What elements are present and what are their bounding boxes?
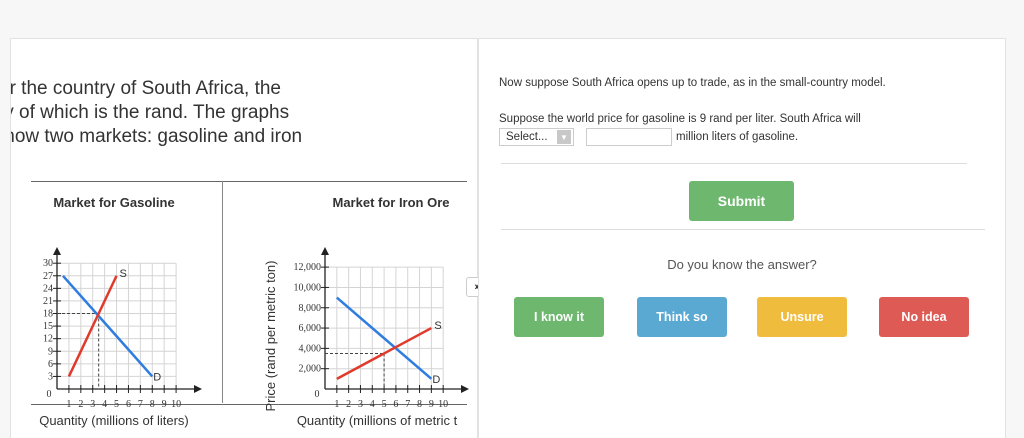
- y-tick-label: 6,000: [299, 323, 322, 334]
- y-axis-arrow: [53, 247, 61, 255]
- no-idea-button[interactable]: No idea: [879, 297, 969, 337]
- intro-text: er the country of South Africa, the :y o…: [10, 77, 303, 149]
- divider: [501, 163, 967, 164]
- y-tick-label: 27: [43, 271, 53, 282]
- intro-line: ;how two markets: gasoline and iron: [10, 126, 303, 147]
- x-tick-label: 10: [171, 399, 181, 410]
- y-tick-label: 24: [43, 283, 53, 294]
- x-tick-label: 9: [162, 399, 167, 410]
- question-right-panel: Now suppose South Africa opens up to tra…: [478, 38, 1006, 438]
- y-tick-label: 15: [43, 321, 53, 332]
- demand-label: D: [432, 374, 440, 386]
- question-trade-text: Now suppose South Africa opens up to tra…: [499, 77, 886, 89]
- x-tick-label: 2: [346, 399, 351, 410]
- think-so-button[interactable]: Think so: [637, 297, 727, 337]
- origin-label: 0: [47, 389, 52, 400]
- y-tick-label: 4,000: [299, 343, 322, 354]
- y-tick-label: 6: [48, 359, 53, 370]
- x-axis-title: Quantity (millions of liters): [39, 413, 189, 428]
- iron-ore-chart: Market for Iron Ore 0 1 2 3 4 5 6 7 8 9 10 2,000 4,00…: [263, 195, 469, 428]
- unsure-button[interactable]: Unsure: [757, 297, 847, 337]
- x-tick-label: 8: [417, 399, 422, 410]
- x-tick-label: 6: [393, 399, 398, 410]
- y-tick-label: 12,000: [294, 262, 322, 273]
- supply-label: S: [120, 268, 127, 280]
- chevron-down-icon: ▼: [557, 130, 571, 144]
- y-tick-label: 3: [48, 371, 53, 382]
- x-tick-label: 5: [382, 399, 387, 410]
- answer-row: Select... ▼ million liters of gasoline.: [499, 128, 798, 146]
- supply-label: S: [434, 320, 441, 332]
- intro-line: :y of which is the rand. The graphs: [10, 102, 290, 123]
- x-axis-title: Quantity (millions of metric t: [297, 413, 458, 428]
- x-tick-label: 7: [405, 399, 410, 410]
- x-tick-label: 2: [78, 399, 83, 410]
- y-tick-label: 8,000: [299, 303, 322, 314]
- y-tick-label: 18: [43, 309, 53, 320]
- x-tick-label: 3: [358, 399, 363, 410]
- y-axis-title: Price (rand per metric ton): [263, 261, 278, 412]
- question-left-panel: er the country of South Africa, the :y o…: [10, 38, 478, 438]
- import-export-select[interactable]: Select... ▼: [499, 128, 574, 146]
- y-tick-label: 9: [48, 346, 53, 357]
- chart-title: Market for Iron Ore: [332, 195, 449, 210]
- x-tick-label: 5: [114, 399, 119, 410]
- y-tick-label: 12: [43, 334, 53, 345]
- x-tick-label: 10: [438, 399, 448, 410]
- x-tick-label: 4: [370, 399, 375, 410]
- gasoline-chart: Market for Gasoline01 2 3 4 5 6 7 8 9 10369121518…: [39, 195, 202, 428]
- x-tick-label: 7: [138, 399, 143, 410]
- chart-title: Market for Gasoline: [53, 195, 174, 210]
- y-tick-label: 10,000: [294, 282, 322, 293]
- question-world-price-text: Suppose the world price for gasoline is …: [499, 113, 861, 125]
- select-value: Select...: [506, 131, 548, 143]
- x-tick-label: 1: [66, 399, 71, 410]
- grid: [57, 262, 177, 389]
- y-axis-arrow: [321, 247, 329, 255]
- divider: [501, 229, 985, 230]
- x-tick-label: 8: [150, 399, 155, 410]
- intro-line: er the country of South Africa, the: [10, 78, 281, 99]
- x-tick-label: 3: [90, 399, 95, 410]
- y-tick-label: 21: [43, 296, 53, 307]
- submit-button[interactable]: Submit: [689, 181, 794, 221]
- demand-label: D: [153, 371, 161, 383]
- x-tick-label: 9: [429, 399, 434, 410]
- confidence-prompt: Do you know the answer?: [667, 257, 817, 272]
- x-tick-label: 4: [102, 399, 107, 410]
- x-axis-arrow: [461, 385, 469, 393]
- x-axis-arrow: [194, 385, 202, 393]
- x-tick-label: 6: [126, 399, 131, 410]
- quantity-input[interactable]: [586, 128, 672, 146]
- y-tick-label: 30: [43, 258, 53, 269]
- i-know-it-button[interactable]: I know it: [514, 297, 604, 337]
- x-tick-label: 1: [334, 399, 339, 410]
- unit-text: million liters of gasoline.: [676, 131, 799, 143]
- origin-label: 0: [315, 389, 320, 400]
- y-tick-label: 2,000: [299, 364, 322, 375]
